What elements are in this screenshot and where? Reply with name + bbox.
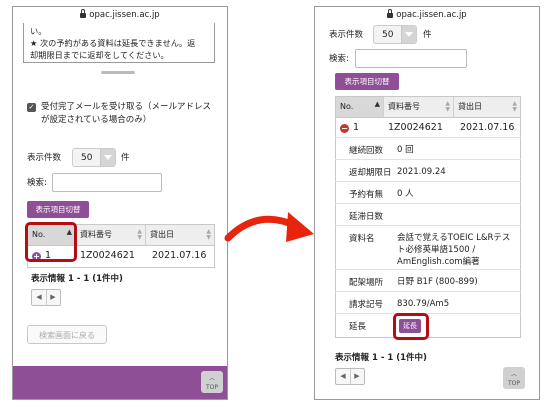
detail-row: 延滞日数 (335, 203, 521, 226)
notice-line: 却期限日までに返却をしてください。 (30, 50, 169, 60)
prev-page-icon[interactable]: ◀ (32, 290, 47, 305)
phone-screen-left: opac.jissen.ac.jp い。 ★ 次の予約がある資料は延長できません… (12, 6, 228, 400)
row-loan-date: 2021.07.16 (460, 122, 515, 133)
header-label: 貸出日 (150, 230, 174, 239)
url-bar[interactable]: opac.jissen.ac.jp (315, 7, 539, 23)
detail-value: 0 回 (397, 145, 414, 155)
display-count-value: 50 (81, 153, 93, 163)
checkbox-label-line: 受付完了メールを受け取る（メールアドレス (41, 102, 212, 112)
detail-label: 配架場所 (349, 278, 384, 288)
detail-row: 配架場所 日野 B1F (800-899) (335, 269, 521, 292)
display-info: 表示情報 1 - 1 (1件中) (335, 353, 427, 363)
detail-row: 請求記号 830.79/Am5 (335, 291, 521, 314)
highlight-outline (25, 222, 77, 262)
row-material-id: 1Z0024621 (80, 250, 135, 261)
arrow-icon (224, 212, 314, 242)
email-checkbox-label: 受付完了メールを受け取る（メールアドレス が設定されている場合のみ） (41, 101, 223, 127)
display-count-label: 表示件数 (329, 30, 364, 40)
display-count-label: 表示件数 (27, 153, 62, 163)
detail-label: 資料名 (349, 234, 375, 244)
detail-value: 0 人 (397, 189, 414, 199)
url-text: opac.jissen.ac.jp (396, 10, 467, 20)
sort-icon (512, 101, 517, 113)
detail-label: 延滞日数 (349, 212, 384, 222)
detail-row: 資料名 会話で覚えるTOEIC L&Rテスト必修英単語1500 / AmEngli… (335, 225, 521, 270)
header-label: No. (340, 102, 354, 111)
detail-label: 請求記号 (349, 300, 384, 310)
lock-icon (387, 9, 394, 18)
sort-icon (445, 101, 450, 113)
display-count-unit: 件 (423, 30, 432, 40)
next-page-icon[interactable]: ▶ (46, 290, 60, 305)
back-to-search-button[interactable]: 検索画面に戻る (27, 325, 107, 344)
search-input[interactable] (52, 173, 162, 192)
display-count-unit: 件 (121, 153, 130, 163)
table-header: No. 資料番号 貸出日 (336, 97, 520, 118)
detail-row: 予約有無 0 人 (335, 181, 521, 204)
detail-value: 会話で覚えるTOEIC L&Rテスト必修英単語1500 / AmEnglish.… (397, 233, 511, 267)
toggle-columns-button[interactable]: 表示項目切替 (335, 73, 399, 90)
header-label: 貸出日 (458, 102, 482, 111)
row-no: 1 (353, 122, 360, 133)
header-loan-date[interactable]: 貸出日 (146, 225, 214, 245)
notice-box: い。 ★ 次の予約がある資料は延長できません。返 却期限日までに返却をしてくださ… (23, 23, 215, 63)
sort-asc-icon (375, 101, 380, 107)
top-label: TOP (205, 384, 218, 391)
highlight-outline (393, 313, 429, 340)
collapse-minus-icon[interactable]: − (340, 124, 349, 133)
display-count-select[interactable]: 50 (72, 148, 116, 167)
notice-line: い。 (30, 26, 47, 36)
pager: ◀ ▶ (335, 368, 365, 385)
search-label: 検索: (27, 178, 47, 188)
next-page-icon[interactable]: ▶ (350, 369, 364, 384)
detail-row: 返却期限日 2021.09.24 (335, 159, 521, 182)
toggle-columns-button[interactable]: 表示項目切替 (27, 201, 89, 218)
search-label: 検索: (329, 54, 349, 64)
pager: ◀ ▶ (31, 289, 61, 306)
row-material-id: 1Z0024621 (388, 122, 443, 133)
header-no[interactable]: No. (336, 97, 384, 117)
header-label: 資料番号 (388, 102, 420, 111)
detail-label: 継続回数 (349, 146, 384, 156)
chevron-up-icon: ︿ (510, 371, 517, 378)
detail-label: 返却期限日 (349, 168, 392, 178)
prev-page-icon[interactable]: ◀ (336, 369, 351, 384)
detail-value: 日野 B1F (800-899) (397, 277, 478, 287)
sort-icon (137, 229, 142, 241)
row-no-cell[interactable]: −1 (336, 118, 384, 138)
chevron-down-icon (100, 149, 115, 166)
sort-icon (206, 229, 211, 241)
top-label: TOP (507, 380, 520, 387)
header-loan-date[interactable]: 貸出日 (454, 97, 520, 117)
detail-row: 継続回数 0 回 (335, 137, 521, 160)
row-loan-date: 2021.07.16 (152, 250, 207, 261)
header-material-id[interactable]: 資料番号 (384, 97, 454, 117)
detail-label: 予約有無 (349, 190, 384, 200)
top-button[interactable]: ︿ TOP (201, 371, 223, 393)
detail-value: 2021.09.24 (397, 167, 446, 177)
phone-screen-right: opac.jissen.ac.jp 表示件数 50 件 検索: 表示項目切替 N… (314, 6, 540, 400)
detail-label: 延長 (349, 322, 367, 332)
header-material-id[interactable]: 資料番号 (76, 225, 146, 245)
top-button[interactable]: ︿ TOP (503, 367, 525, 389)
chevron-up-icon: ︿ (208, 375, 215, 382)
display-count-value: 50 (382, 30, 394, 40)
url-text: opac.jissen.ac.jp (89, 10, 160, 20)
detail-value: 830.79/Am5 (397, 299, 450, 309)
footer-bar: ︿ TOP (13, 366, 227, 399)
header-label: 資料番号 (80, 230, 112, 239)
lock-icon (80, 9, 87, 18)
chevron-down-icon (401, 26, 416, 43)
url-bar[interactable]: opac.jissen.ac.jp (13, 7, 227, 23)
checkbox-label-line: が設定されている場合のみ） (41, 115, 152, 125)
search-input[interactable] (355, 49, 467, 68)
display-count-select[interactable]: 50 (373, 25, 417, 44)
notice-line: ★ 次の予約がある資料は延長できません。返 (30, 38, 196, 48)
email-checkbox[interactable]: ✓ (27, 103, 36, 112)
scroll-handle[interactable] (101, 71, 135, 74)
display-info: 表示情報 1 - 1 (1件中) (31, 274, 123, 284)
